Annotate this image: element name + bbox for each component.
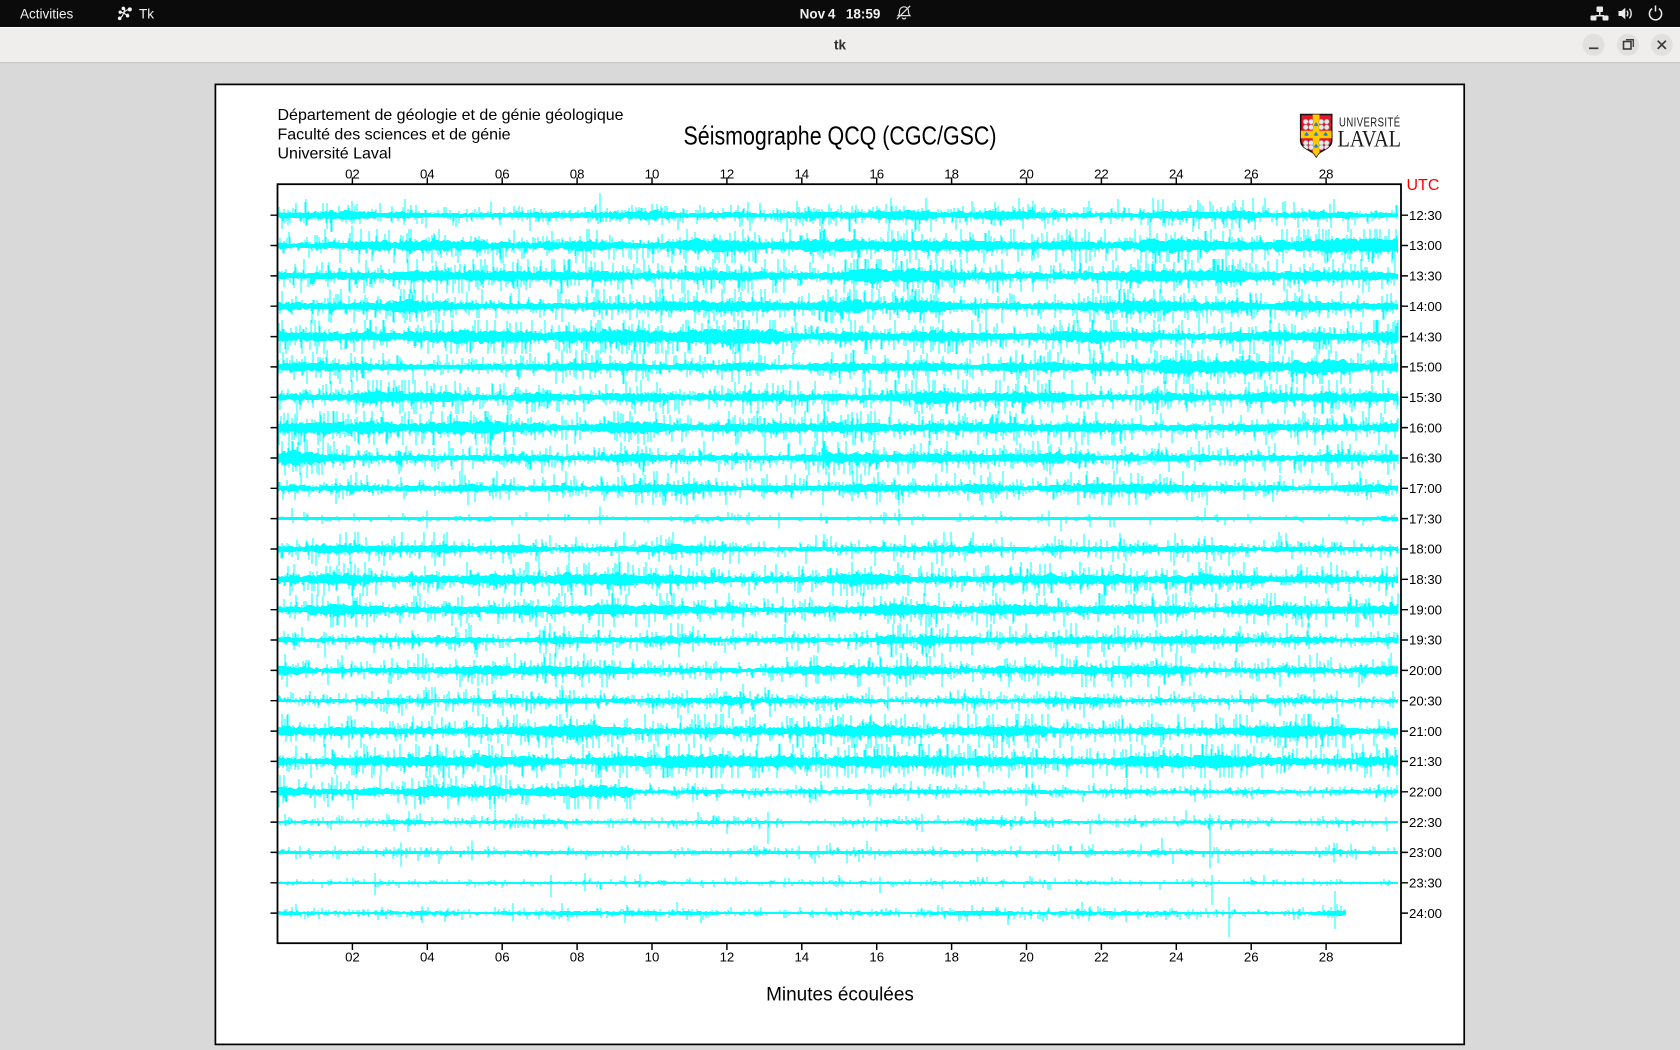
svg-text:16:30: 16:30 xyxy=(1409,451,1442,466)
svg-text:24: 24 xyxy=(1169,949,1184,964)
svg-text:Faculté des sciences et de gén: Faculté des sciences et de génie xyxy=(278,126,511,143)
svg-text:18:00: 18:00 xyxy=(1409,542,1442,557)
svg-text:13:30: 13:30 xyxy=(1409,269,1442,284)
svg-text:23:30: 23:30 xyxy=(1409,876,1442,891)
svg-text:15:30: 15:30 xyxy=(1409,390,1442,405)
svg-text:20:30: 20:30 xyxy=(1409,693,1442,708)
svg-text:UTC: UTC xyxy=(1407,177,1440,194)
svg-text:20: 20 xyxy=(1019,949,1034,964)
svg-text:Minutes écoulées: Minutes écoulées xyxy=(766,984,914,1005)
svg-text:22: 22 xyxy=(1094,949,1109,964)
svg-text:19:00: 19:00 xyxy=(1409,602,1442,617)
svg-text:22:30: 22:30 xyxy=(1409,815,1442,830)
svg-text:06: 06 xyxy=(495,949,510,964)
svg-text:Séismographe QCQ (CGC/GSC): Séismographe QCQ (CGC/GSC) xyxy=(684,120,997,150)
svg-text:17:00: 17:00 xyxy=(1409,481,1442,496)
svg-text:19:30: 19:30 xyxy=(1409,633,1442,648)
svg-text:22:00: 22:00 xyxy=(1409,785,1442,800)
svg-text:12:30: 12:30 xyxy=(1409,208,1442,223)
svg-text:17:30: 17:30 xyxy=(1409,511,1442,526)
svg-text:28: 28 xyxy=(1319,949,1334,964)
svg-text:16:00: 16:00 xyxy=(1409,420,1442,435)
svg-text:14: 14 xyxy=(794,949,809,964)
svg-text:10: 10 xyxy=(645,949,660,964)
svg-text:24:00: 24:00 xyxy=(1409,906,1442,921)
svg-text:Département de géologie et de: Département de géologie et de génie géol… xyxy=(278,107,624,124)
svg-text:04: 04 xyxy=(420,949,435,964)
svg-text:Université Laval: Université Laval xyxy=(278,145,392,162)
svg-text:14:00: 14:00 xyxy=(1409,299,1442,314)
svg-text:LAVAL: LAVAL xyxy=(1338,126,1402,152)
svg-text:Tk: Tk xyxy=(139,7,154,22)
svg-text:15:00: 15:00 xyxy=(1409,360,1442,375)
svg-text:Activities: Activities xyxy=(20,7,74,22)
svg-text:08: 08 xyxy=(570,949,585,964)
svg-text:13:00: 13:00 xyxy=(1409,238,1442,253)
svg-text:16: 16 xyxy=(869,949,884,964)
svg-text:18:30: 18:30 xyxy=(1409,572,1442,587)
svg-text:14:30: 14:30 xyxy=(1409,329,1442,344)
svg-text:12: 12 xyxy=(720,949,735,964)
svg-text:tk: tk xyxy=(834,38,846,53)
svg-text:20:00: 20:00 xyxy=(1409,663,1442,678)
svg-text:21:30: 21:30 xyxy=(1409,754,1442,769)
svg-text:26: 26 xyxy=(1244,949,1259,964)
svg-text:02: 02 xyxy=(345,949,360,964)
svg-text:21:00: 21:00 xyxy=(1409,724,1442,739)
svg-text:Nov 4 18:59: Nov 4 18:59 xyxy=(800,7,881,22)
svg-text:18: 18 xyxy=(944,949,959,964)
svg-text:23:00: 23:00 xyxy=(1409,845,1442,860)
